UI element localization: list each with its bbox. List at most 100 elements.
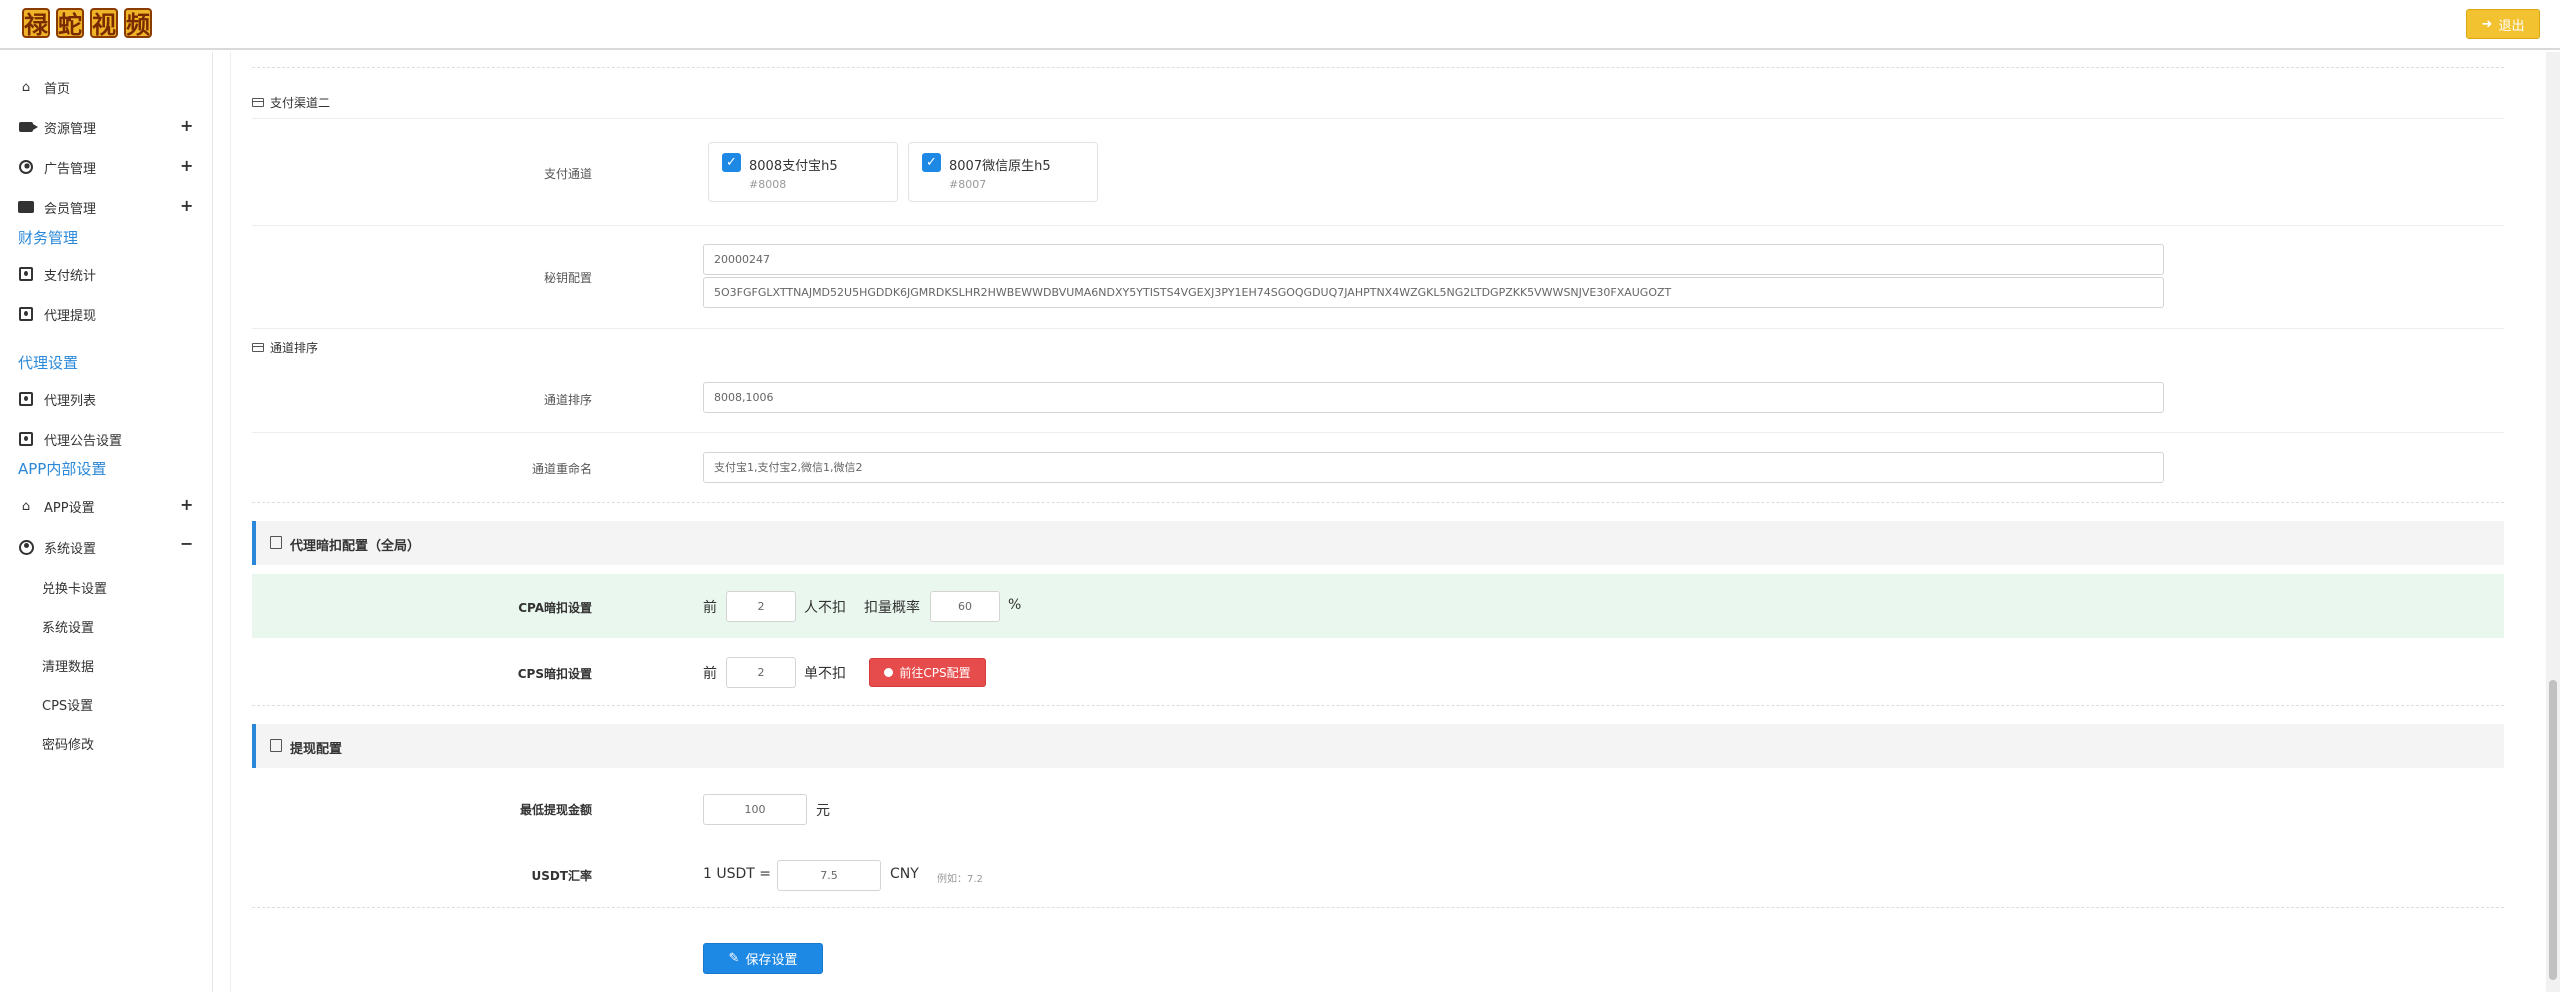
sidebar-item-label: 会员管理 — [44, 201, 97, 217]
collapse-minus-icon[interactable]: − — [180, 534, 193, 553]
pay-channel-name: 8008支付宝h5 — [749, 159, 838, 174]
pay-channel-card-8007[interactable]: ✓ 8007微信原生h5 #8007 — [908, 142, 1098, 202]
calculator-icon — [270, 536, 282, 549]
sidebar-subitem-clean-data[interactable]: 清理数据 — [42, 656, 94, 675]
contact-box-icon — [18, 432, 34, 446]
sidebar-item-label: 首页 — [44, 81, 71, 97]
usdt-unit: CNY — [890, 866, 919, 882]
sidebar-section-app[interactable]: APP内部设置 — [18, 458, 106, 479]
sidebar-subitem-password[interactable]: 密码修改 — [42, 734, 94, 753]
expand-plus-icon[interactable]: + — [180, 116, 193, 135]
top-header: 禄 蛇 视 频 ➜ 退出 — [0, 0, 2560, 50]
sidebar-item-system-settings[interactable]: 系统设置 — [18, 536, 96, 558]
order-label: 通道排序 — [543, 393, 592, 407]
cpa-prefix: 前 — [703, 600, 717, 616]
withdraw-panel-title: 提现配置 — [290, 742, 343, 757]
min-withdraw-input[interactable]: 100 — [703, 794, 807, 825]
sidebar-subitem-system[interactable]: 系统设置 — [42, 617, 94, 636]
cpa-label: CPA暗扣设置 — [518, 601, 592, 615]
sidebar-item-agent-withdraw[interactable]: 代理提现 — [18, 303, 96, 325]
contact-box-icon — [18, 267, 34, 281]
logout-button[interactable]: ➜ 退出 — [2466, 9, 2540, 39]
edit-icon: ✎ — [728, 951, 740, 966]
pay-channel-card-8008[interactable]: ✓ 8008支付宝h5 #8008 — [708, 142, 898, 202]
expand-plus-icon[interactable]: + — [180, 156, 193, 175]
money-icon — [270, 739, 282, 752]
credit-card-icon — [252, 98, 264, 107]
app-root: 禄 蛇 视 频 ➜ 退出 ⌂ 首页 资源管理 + 广告管理 + 会员管理 + 财… — [0, 0, 2560, 992]
cpa-rate-input[interactable]: 60 — [930, 591, 1000, 622]
sidebar-item-label: 资源管理 — [44, 121, 97, 137]
section-divider — [252, 67, 2504, 68]
section-divider — [252, 907, 2504, 908]
sidebar: ⌂ 首页 资源管理 + 广告管理 + 会员管理 + 财务管理 支付统计 代理提现… — [0, 52, 213, 992]
sidebar-subitem-cps[interactable]: CPS设置 — [42, 695, 93, 714]
cps-count-input[interactable]: 2 — [726, 657, 796, 688]
sidebar-item-resources[interactable]: 资源管理 — [18, 116, 96, 138]
sign-out-icon: ➜ — [2481, 16, 2493, 32]
home-icon: ⌂ — [21, 79, 31, 95]
channel-order-input[interactable]: 8008,1006 — [703, 382, 2164, 413]
credit-card-icon — [252, 343, 264, 352]
withdraw-panel-header: 提现配置 — [252, 724, 2504, 768]
logout-label: 退出 — [2498, 18, 2525, 34]
sidebar-item-agent-notice[interactable]: 代理公告设置 — [18, 428, 122, 450]
channel-label: 支付通道 — [543, 167, 592, 181]
secret-label: 秘钥配置 — [543, 271, 592, 285]
contact-box-icon — [18, 307, 34, 321]
expand-plus-icon[interactable]: + — [180, 196, 193, 215]
section-divider — [252, 705, 2504, 706]
cpa-rate-label: 扣量概率 — [864, 600, 920, 616]
save-settings-button[interactable]: ✎ 保存设置 — [703, 943, 823, 974]
sidebar-item-members[interactable]: 会员管理 — [18, 196, 96, 218]
sidebar-item-home[interactable]: ⌂ 首页 — [18, 76, 70, 98]
expand-plus-icon[interactable]: + — [180, 495, 193, 514]
contact-box-icon — [18, 392, 34, 406]
usdt-rate-label: USDT汇率 — [531, 869, 592, 883]
cpa-rate-unit: % — [1008, 597, 1022, 613]
sidebar-item-agent-list[interactable]: 代理列表 — [18, 388, 96, 410]
sidebar-section-agent[interactable]: 代理设置 — [18, 352, 78, 373]
site-logo[interactable]: 禄 蛇 视 频 — [22, 8, 152, 39]
cpa-count-input[interactable]: 2 — [726, 591, 796, 622]
sidebar-item-label: 代理提现 — [44, 308, 97, 324]
save-label: 保存设置 — [745, 953, 798, 968]
min-withdraw-unit: 元 — [816, 803, 830, 819]
sidebar-item-app-settings[interactable]: ⌂ APP设置 — [18, 495, 95, 517]
section-divider — [252, 118, 2504, 119]
cps-middle-text: 单不扣 — [804, 666, 846, 682]
min-withdraw-label: 最低提现金额 — [519, 803, 592, 817]
cps-prefix: 前 — [703, 666, 717, 682]
channel-rename-input[interactable]: 支付宝1,支付宝2,微信1,微信2 — [703, 452, 2164, 483]
rename-label: 通道重命名 — [531, 462, 592, 476]
sidebar-item-label: 系统设置 — [44, 541, 97, 557]
deduct-panel-title: 代理暗扣配置（全局） — [290, 539, 421, 554]
logo-char-2: 蛇 — [56, 8, 84, 39]
goto-cps-label: 前往CPS配置 — [899, 666, 971, 680]
secret-key-input[interactable]: 5O3FGFGLXTTNAJMD52U5HGDDK6JGMRDKSLHR2HWB… — [703, 277, 2164, 308]
goto-cps-config-button[interactable]: 前往CPS配置 — [869, 658, 986, 687]
section-divider — [252, 502, 2504, 503]
sidebar-item-label: 支付统计 — [44, 268, 97, 284]
sidebar-item-ads[interactable]: 广告管理 — [18, 156, 96, 178]
sidebar-item-pay-stats[interactable]: 支付统计 — [18, 263, 96, 285]
sorting-heading: 通道排序 — [252, 339, 318, 356]
section-divider — [252, 432, 2504, 433]
checkbox-checked-icon[interactable]: ✓ — [922, 153, 941, 172]
sidebar-item-label: APP设置 — [44, 500, 95, 516]
sidebar-item-label: 广告管理 — [44, 161, 97, 177]
sidebar-section-finance[interactable]: 财务管理 — [18, 227, 78, 248]
logo-char-4: 频 — [124, 8, 152, 39]
sidebar-item-label: 代理列表 — [44, 393, 97, 409]
usdt-rate-input[interactable]: 7.5 — [777, 860, 881, 891]
checkbox-checked-icon[interactable]: ✓ — [722, 153, 741, 172]
sidebar-subitem-card-exchange[interactable]: 兑换卡设置 — [42, 578, 107, 597]
section-divider — [252, 225, 2504, 226]
secret-id-input[interactable]: 20000247 — [703, 244, 2164, 275]
cps-label: CPS暗扣设置 — [517, 667, 592, 681]
scrollbar-thumb[interactable] — [2549, 680, 2557, 980]
sorting-heading-text: 通道排序 — [270, 341, 319, 355]
usdt-prefix: 1 USDT = — [703, 866, 772, 882]
usdt-hint: 例如：7.2 — [937, 874, 983, 885]
pay-channel-code: #8008 — [749, 178, 787, 191]
